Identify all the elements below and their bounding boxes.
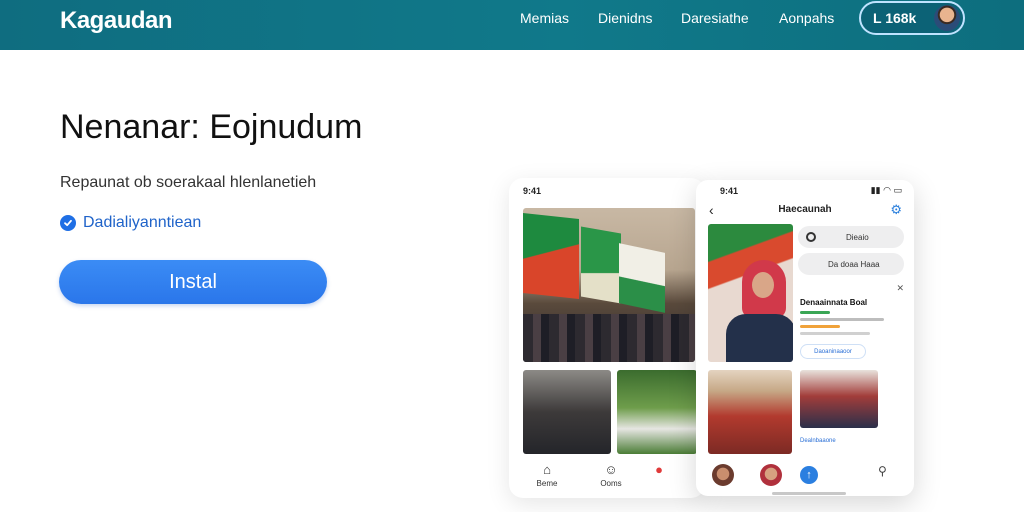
bottom-nav-notifications[interactable]: ● [639, 462, 679, 479]
see-more-link[interactable]: Dealnbaaone [800, 438, 836, 444]
home-icon: ⌂ [543, 462, 551, 477]
upload-arrow-icon[interactable]: ↑ [800, 466, 818, 484]
flag-graphic [523, 213, 579, 299]
nav-link-1[interactable]: Memias [520, 10, 569, 26]
close-icon[interactable]: ✕ [896, 283, 904, 294]
nav-link-4[interactable]: Aonpahs [779, 10, 834, 26]
phone-mockup-feed: 9:41 ⌂ Beme ☺ Ooms ● [509, 178, 705, 498]
event-photo-thumb[interactable] [523, 370, 611, 454]
avatar [934, 5, 960, 31]
smile-icon: ☺ [604, 462, 618, 477]
top-navigation-bar: Kagaudan Memias Dienidns Daresiathe Aonp… [0, 0, 1024, 50]
event-photo-thumb[interactable] [617, 370, 697, 454]
event-detail-line [800, 325, 840, 328]
flag-graphic [581, 226, 621, 304]
avatar[interactable] [712, 464, 734, 486]
phone-mockup-event: 9:41 ▮▮ ◠ ▭ ‹ Haecaunah ⚙ Dieaio Da doaa… [696, 180, 914, 496]
bottom-nav-label: Beme [536, 479, 558, 488]
filter-chip-label: Dieaio [846, 232, 869, 242]
flag-graphic [619, 243, 665, 313]
nav-link-3[interactable]: Daresiathe [681, 10, 749, 26]
event-link-button[interactable]: Daoaninaaoor [800, 344, 866, 359]
status-bar-time: 9:41 [720, 186, 739, 196]
home-indicator [772, 492, 846, 495]
event-photo-thumb[interactable] [708, 370, 792, 454]
body-graphic [726, 314, 793, 362]
user-account-label: L 168k [873, 10, 917, 26]
profile-icon[interactable]: ⚲ [878, 464, 887, 478]
radio-icon [806, 232, 816, 242]
settings-gear-icon[interactable]: ⚙ [890, 202, 902, 218]
bottom-nav-messages[interactable]: ☺ Ooms [591, 462, 631, 488]
event-photo-thumb[interactable] [800, 370, 878, 428]
bottom-nav-home[interactable]: ⌂ Beme [527, 462, 567, 488]
face-graphic [752, 272, 774, 298]
event-detail-line [800, 332, 870, 335]
signal-wifi-battery-icon: ▮▮ ◠ ▭ [870, 185, 902, 195]
filter-chip[interactable]: Dieaio [798, 226, 904, 248]
verified-badge: Dadialiyanntiean [60, 214, 201, 232]
verified-label: Dadialiyanntiean [83, 214, 202, 231]
avatar[interactable] [760, 464, 782, 486]
bottom-navigation: ↑ ⚲ [696, 462, 914, 496]
check-circle-icon [60, 215, 76, 231]
event-photo-main[interactable] [708, 224, 793, 362]
filter-chip[interactable]: Da doaa Haaa [798, 253, 904, 275]
crowd-graphic [523, 314, 695, 362]
bottom-nav-label: Ooms [600, 479, 622, 488]
status-bar-time: 9:41 [523, 186, 542, 196]
event-detail-line [800, 318, 884, 321]
screen-title: Haecaunah [778, 204, 832, 215]
page-subtitle: Repaunat ob soerakaal hlenlanetieh [60, 174, 317, 191]
filter-chip-label: Da doaa Haaa [828, 259, 880, 269]
brand-logo[interactable]: Kagaudan [60, 7, 173, 35]
event-detail-line [800, 311, 830, 314]
notification-icon: ● [655, 462, 663, 477]
install-button[interactable]: Instal [59, 260, 327, 304]
user-account-button[interactable]: L 168k [859, 1, 965, 35]
nav-link-2[interactable]: Dienidns [598, 10, 652, 26]
event-photo-main[interactable] [523, 208, 695, 362]
event-title: Denaainnata Boal [800, 298, 868, 307]
page-title: Nenanar: Eojnudum [60, 108, 363, 146]
